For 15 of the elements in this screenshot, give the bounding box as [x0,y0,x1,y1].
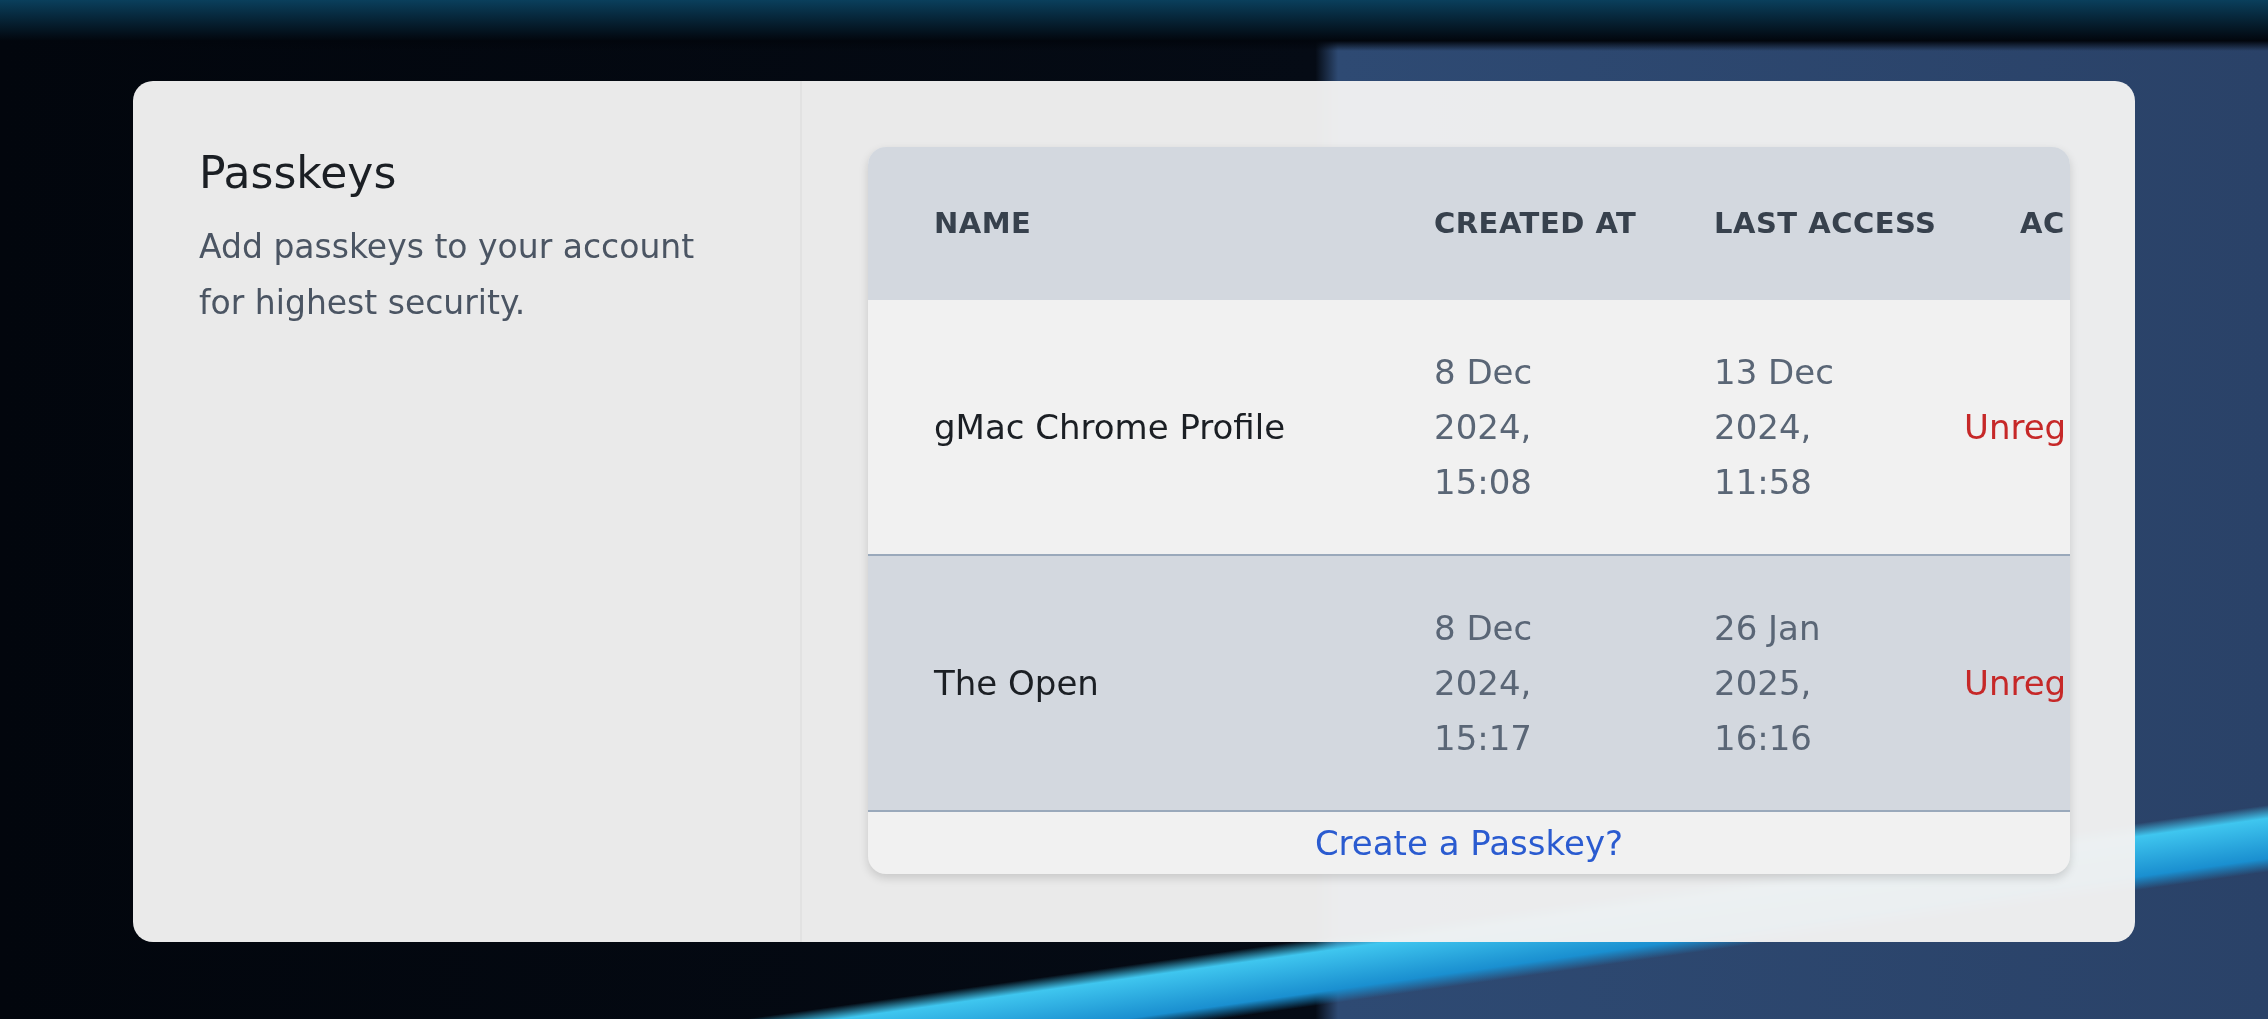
column-header: CREATED AT [1434,205,1638,242]
date-cell-text: 26 Jan 2025, 16:16 [1714,606,1822,760]
section-title: Passkeys [199,146,398,200]
column-header: NAME [933,205,1033,242]
column-header: LAST ACCESS [1714,205,1938,242]
column-header: AC [2020,205,2065,242]
name-cell-text: The Open [933,661,1100,705]
unregister-link[interactable]: Unreg [1964,399,2067,455]
name-cell-text: gMac Chrome Profile [933,405,1287,449]
date-cell-text: 8 Dec 2024, 15:08 [1434,350,1534,504]
unregister-link[interactable]: Unreg [1964,655,2067,711]
date-cell-text: 8 Dec 2024, 15:17 [1434,606,1534,760]
create-passkey-link[interactable]: Create a Passkey? [1314,823,1624,863]
date-cell-text: 13 Dec 2024, 11:58 [1714,350,1835,504]
section-description: Add passkeys to your account for highest security. [199,226,696,324]
